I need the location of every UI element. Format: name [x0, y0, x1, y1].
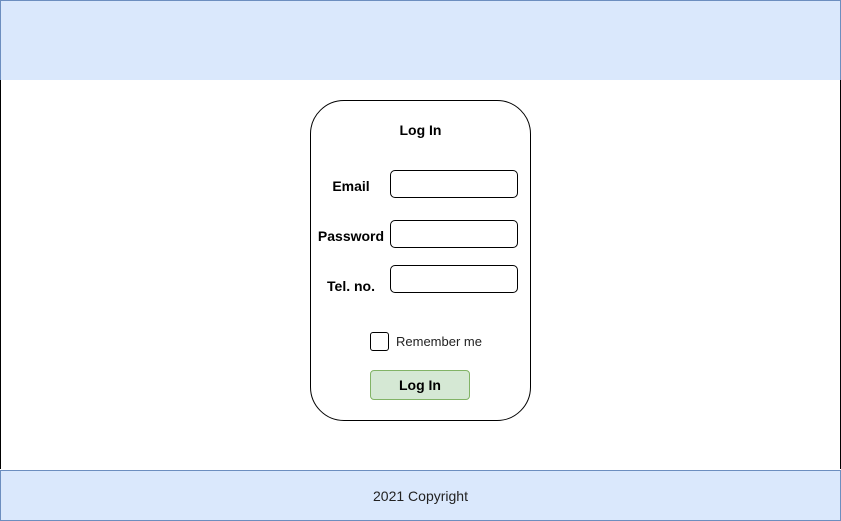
- login-card: Log In Email Password Tel. no. Remember …: [310, 100, 531, 421]
- tel-label: Tel. no.: [327, 278, 375, 294]
- remember-me-checkbox[interactable]: [370, 331, 389, 351]
- copyright-text: 2021 Copyright: [373, 487, 468, 504]
- header-bar: [0, 0, 841, 81]
- password-label: Password: [317, 228, 385, 244]
- remember-me-label: Remember me: [396, 333, 482, 349]
- footer-bar: 2021 Copyright: [0, 470, 841, 521]
- remember-me-row[interactable]: Remember me: [370, 330, 482, 352]
- login-button[interactable]: Log In: [370, 370, 470, 400]
- tel-field[interactable]: [390, 265, 518, 293]
- password-field[interactable]: [390, 220, 518, 248]
- email-label: Email: [332, 178, 370, 194]
- email-field[interactable]: [390, 170, 518, 198]
- login-title: Log In: [399, 122, 442, 138]
